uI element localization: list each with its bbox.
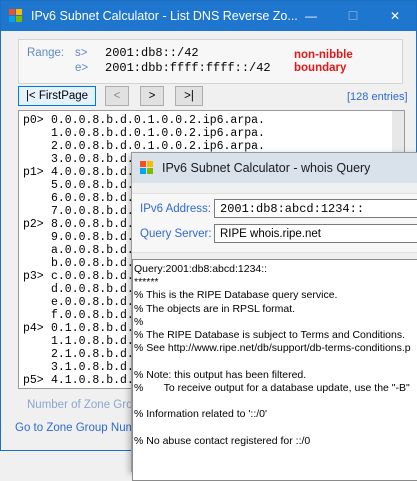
- row-zone-text: 4.0.0.8.b.d.: [51, 166, 134, 179]
- whois-output[interactable]: Query:2001:db8:abcd:1234:: ******% This i…: [132, 259, 417, 481]
- whois-window-title: IPv6 Subnet Calculator - whois Query: [162, 161, 371, 175]
- whois-output-line: % To receive output for a database updat…: [134, 381, 410, 394]
- row-zone-text: 6.0.0.8.b.d.: [51, 192, 134, 205]
- whois-output-line: % Note: this output has been filtered.: [134, 368, 307, 381]
- minimize-button[interactable]: —: [290, 1, 332, 31]
- row-page-marker: p3>: [23, 270, 44, 283]
- list-row[interactable]: f.0.0.8.b.d.: [23, 309, 134, 322]
- list-row[interactable]: p1> 4.0.0.8.b.d.: [23, 166, 134, 179]
- prev-page-button[interactable]: <: [105, 86, 129, 106]
- list-row[interactable]: 2.1.0.8.b.d.: [23, 348, 134, 361]
- warning-line-1: non-nibble: [294, 49, 353, 61]
- range-label: Range:: [27, 47, 65, 59]
- row-zone-text: c.0.0.8.b.d.: [51, 270, 134, 283]
- list-row[interactable]: e.0.0.8.b.d.: [23, 296, 134, 309]
- list-row[interactable]: 9.0.0.8.b.d.: [23, 231, 134, 244]
- whois-output-line: % See http://www.ripe.net/db/support/db-…: [134, 342, 411, 355]
- zone-group-count-label: Number of Zone Group: [27, 399, 146, 411]
- list-row[interactable]: 3.1.0.8.b.d.: [23, 361, 134, 374]
- list-row[interactable]: a.0.0.8.b.d.: [23, 244, 134, 257]
- row-zone-text: 0.1.0.8.b.d.: [51, 322, 134, 335]
- row-zone-text: 5.0.0.8.b.d.: [51, 179, 134, 192]
- whois-app-icon: [140, 161, 154, 175]
- whois-output-line: % This is the RIPE Database query servic…: [134, 289, 338, 302]
- range-start-value: 2001:db8::/42: [105, 46, 199, 60]
- whois-output-line: % Information related to '::/0': [134, 408, 267, 421]
- list-row[interactable]: p4> 0.1.0.8.b.d.: [23, 322, 134, 335]
- row-zone-text: 9.0.0.8.b.d.: [51, 231, 134, 244]
- main-titlebar[interactable]: IPv6 Subnet Calculator - List DNS Revers…: [1, 1, 416, 31]
- row-zone-text: b.0.0.8.b.d.: [51, 257, 134, 270]
- row-zone-text: d.0.0.8.b.d.: [51, 283, 134, 296]
- list-row[interactable]: p0> 0.0.0.8.b.d.0.1.0.0.2.ip6.arpa.: [23, 114, 265, 127]
- last-page-button[interactable]: >|: [175, 86, 203, 106]
- list-row[interactable]: 7.0.0.8.b.d.: [23, 205, 134, 218]
- row-zone-text: 8.0.0.8.b.d.: [51, 218, 134, 231]
- row-zone-text: f.0.0.8.b.d.: [51, 309, 134, 322]
- warning-line-2: boundary: [294, 62, 347, 74]
- whois-window: IPv6 Subnet Calculator - whois Query IPv…: [131, 152, 417, 481]
- ipv6-address-label: IPv6 Address:: [140, 203, 211, 215]
- whois-titlebar[interactable]: IPv6 Subnet Calculator - whois Query: [132, 153, 417, 183]
- whois-output-line: % The RIPE Database is subject to Terms …: [134, 329, 406, 341]
- list-row[interactable]: p5> 4.1.0.8.b.d.: [23, 374, 134, 387]
- row-zone-text: 3.1.0.8.b.d.: [51, 361, 134, 374]
- range-start-prefix: s>: [75, 47, 88, 59]
- whois-output-line: Query:2001:db8:abcd:1234::: [134, 263, 268, 275]
- whois-output-line: ******: [134, 276, 159, 289]
- row-zone-text: 0.0.0.8.b.d.0.1.0.0.2.ip6.arpa.: [51, 114, 265, 127]
- row-page-marker: p1>: [23, 166, 44, 179]
- list-row[interactable]: p2> 8.0.0.8.b.d.: [23, 218, 134, 231]
- query-server-label: Query Server:: [140, 228, 212, 240]
- row-page-marker: p0>: [23, 114, 44, 127]
- list-row[interactable]: 3.0.0.8.b.d.: [23, 153, 134, 166]
- first-page-button[interactable]: |< FirstPage: [18, 86, 96, 106]
- query-server-select[interactable]: RIPE whois.ripe.net: [214, 224, 417, 243]
- whois-output-line: %: [134, 315, 144, 328]
- row-zone-text: 3.0.0.8.b.d.: [51, 153, 134, 166]
- next-page-button[interactable]: >: [140, 86, 164, 106]
- row-page-marker: p2>: [23, 218, 44, 231]
- list-row[interactable]: 1.0.0.8.b.d.0.1.0.0.2.ip6.arpa.: [23, 127, 265, 140]
- list-row[interactable]: d.0.0.8.b.d.: [23, 283, 134, 296]
- ipv6-address-field[interactable]: 2001:db8:abcd:1234::: [214, 199, 417, 218]
- main-window-title: IPv6 Subnet Calculator - List DNS Revers…: [31, 9, 298, 23]
- list-row[interactable]: 5.0.0.8.b.d.: [23, 179, 134, 192]
- whois-output-line: % The objects are in RPSL format.: [134, 302, 296, 315]
- list-row[interactable]: p3> c.0.0.8.b.d.: [23, 270, 134, 283]
- range-end-prefix: e>: [75, 62, 89, 74]
- row-page-marker: p5>: [23, 374, 44, 387]
- goto-zone-group-label: Go to Zone Group Num: [15, 422, 136, 434]
- row-zone-text: 1.0.0.8.b.d.0.1.0.0.2.ip6.arpa.: [51, 127, 265, 140]
- list-row[interactable]: 1.1.0.8.b.d.: [23, 335, 134, 348]
- whois-output-line: % No abuse contact registered for ::/0: [134, 434, 311, 447]
- list-row[interactable]: b.0.0.8.b.d.: [23, 257, 134, 270]
- range-end-value: 2001:dbb:ffff:ffff::/42: [105, 61, 271, 75]
- maximize-button[interactable]: ☐: [332, 1, 374, 31]
- close-button[interactable]: ✕: [374, 1, 416, 31]
- row-page-marker: p4>: [23, 322, 44, 335]
- app-icon: [9, 9, 23, 23]
- row-zone-text: 1.1.0.8.b.d.: [51, 335, 134, 348]
- entries-count: [128 entries]: [347, 91, 408, 103]
- row-zone-text: a.0.0.8.b.d.: [51, 244, 134, 257]
- range-panel: Range: s> 2001:db8::/42 e> 2001:dbb:ffff…: [18, 39, 403, 84]
- row-zone-text: e.0.0.8.b.d.: [51, 296, 134, 309]
- row-zone-text: 2.1.0.8.b.d.: [51, 348, 134, 361]
- row-zone-text: 4.1.0.8.b.d.: [51, 374, 134, 387]
- row-zone-text: 7.0.0.8.b.d.: [51, 205, 134, 218]
- list-row[interactable]: 6.0.0.8.b.d.: [23, 192, 134, 205]
